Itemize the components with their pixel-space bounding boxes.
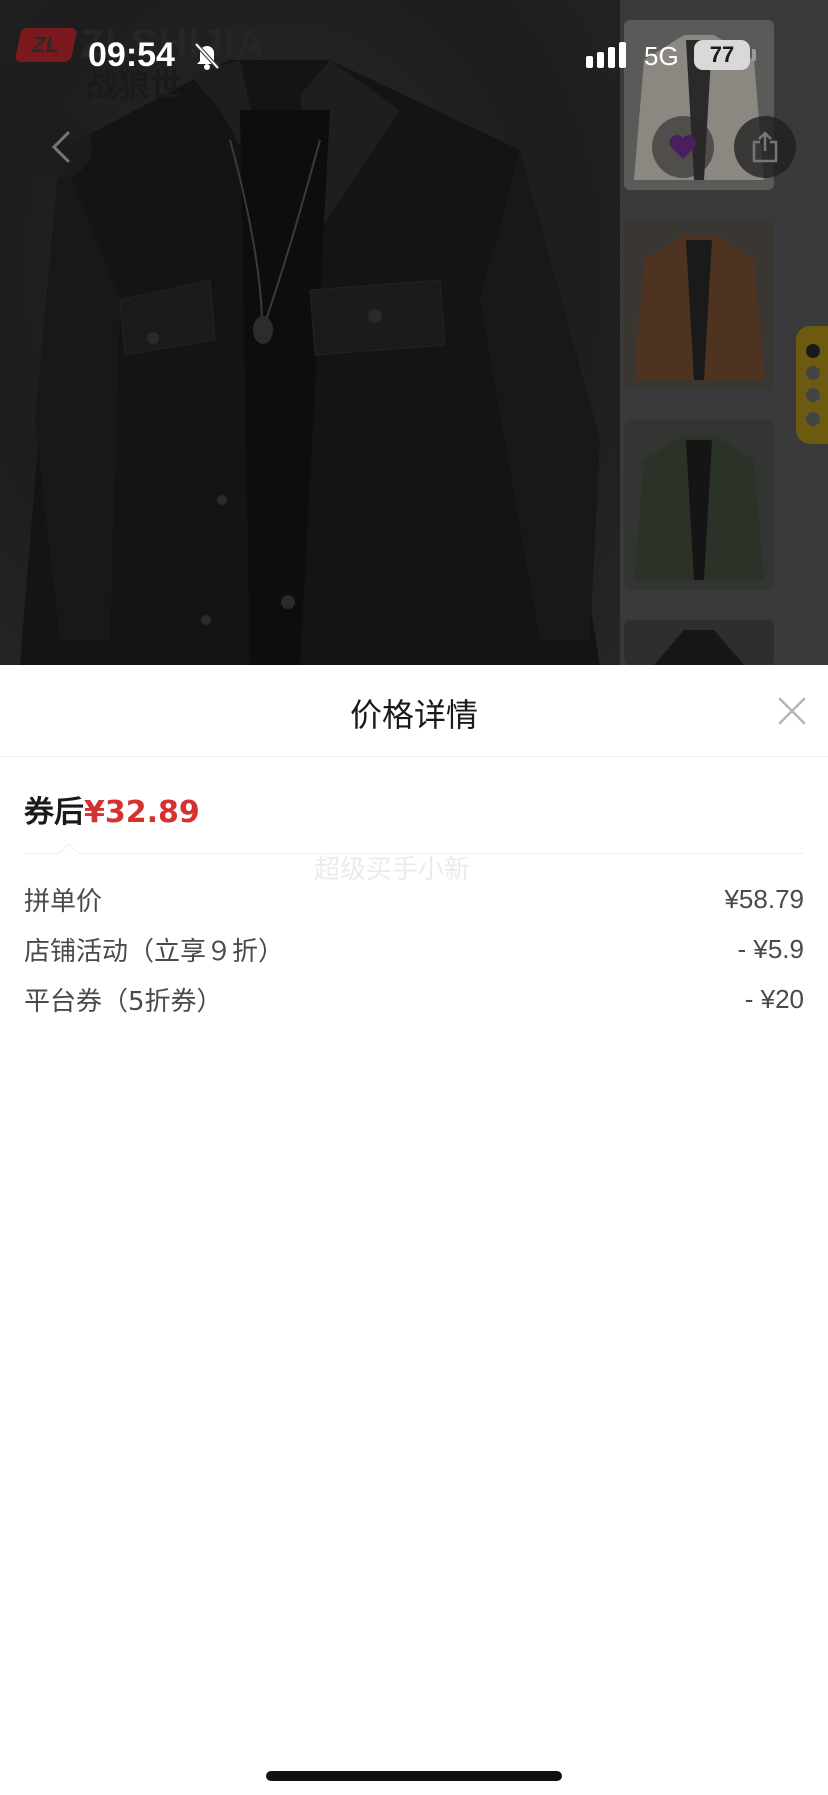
status-time: 09:54 (88, 36, 175, 74)
side-color-indicator[interactable] (796, 326, 828, 444)
price-detail-sheet: 价格详情 券后¥32.89 超级买手小新 拼单价 ¥58.79 店铺活动（立享９… (0, 665, 828, 1795)
price-row-value: - ¥20 (744, 983, 804, 1014)
cellular-signal-icon (586, 42, 626, 68)
sheet-header: 价格详情 (0, 665, 828, 757)
share-button[interactable] (734, 116, 796, 178)
sheet-title: 价格详情 (349, 696, 478, 734)
thumbnail-black-jacket[interactable] (624, 620, 774, 665)
price-row-group-price: 拼单价 ¥58.79 (24, 879, 804, 919)
price-row-value: - ¥5.9 (737, 933, 805, 964)
close-icon[interactable] (776, 695, 808, 727)
price-row-label: 店铺活动（立享９折） (24, 936, 285, 967)
price-row-label: 平台券（5折券） (24, 986, 223, 1017)
battery-tip (752, 49, 756, 61)
heart-icon (669, 135, 697, 159)
status-bar: 09:54 5G 77 (0, 0, 828, 110)
favorite-button[interactable] (652, 116, 714, 178)
network-type: 5G (644, 41, 679, 71)
back-button[interactable] (30, 116, 92, 178)
final-price-label: 券后 (24, 795, 84, 830)
bell-muted-icon (194, 42, 220, 70)
final-price-summary: 券后¥32.89 (24, 787, 200, 831)
thumbnail-olive-jacket[interactable] (624, 420, 774, 590)
thumbnail-brown-jacket[interactable] (624, 220, 774, 390)
final-price-value: ¥32.89 (84, 795, 200, 830)
price-row-label: 拼单价 (24, 886, 103, 917)
price-row-value: ¥58.79 (724, 883, 804, 914)
chevron-left-icon (51, 131, 70, 163)
price-row-platform-coupon: 平台券（5折券） - ¥20 (24, 979, 804, 1019)
battery-indicator: 77 (694, 40, 750, 70)
home-indicator[interactable] (266, 1771, 562, 1781)
share-icon (752, 131, 778, 163)
price-row-store-discount: 店铺活动（立享９折） - ¥5.9 (24, 929, 804, 969)
